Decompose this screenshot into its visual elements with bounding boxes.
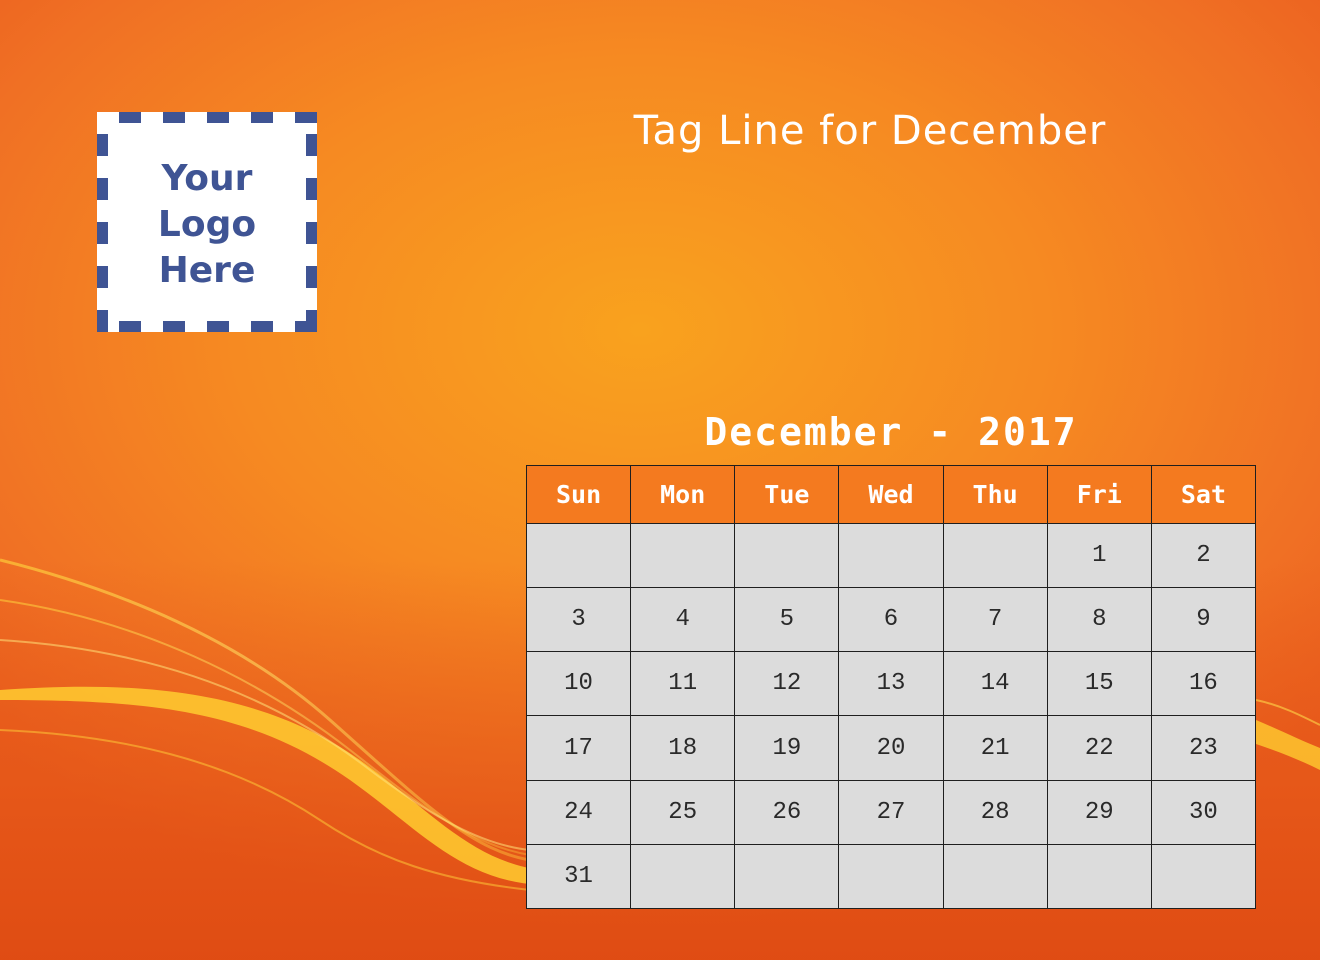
logo-frame-tile (119, 112, 141, 123)
logo-frame-tile (295, 112, 317, 123)
day-cell: 28 (942, 779, 1048, 845)
day-cell: 7 (942, 587, 1048, 653)
day-cell: 12 (734, 651, 840, 717)
empty-day-cell (630, 522, 736, 589)
logo-placeholder: Your Logo Here (97, 112, 317, 332)
calendar-week-row: 31 (525, 843, 1257, 910)
logo-frame-tile (97, 134, 108, 156)
logo-frame-tile (306, 134, 317, 156)
calendar-week-row: 17 18 19 20 21 22 23 (525, 715, 1257, 781)
logo-line: Here (158, 250, 256, 291)
day-cell: 9 (1150, 587, 1257, 653)
weekday-header-row: Sun Mon Tue Wed Thu Fri Sat (525, 465, 1257, 524)
weekday-header: Wed (838, 465, 944, 524)
logo-frame-tile (163, 112, 185, 123)
day-cell: 27 (838, 779, 944, 845)
day-cell: 29 (1046, 779, 1152, 845)
empty-day-cell (630, 843, 736, 910)
weekday-header: Mon (630, 465, 736, 524)
weekday-header: Sat (1150, 465, 1257, 524)
day-cell: 8 (1046, 587, 1152, 653)
day-cell: 4 (630, 587, 736, 653)
day-cell: 25 (630, 779, 736, 845)
day-cell: 24 (525, 779, 632, 845)
day-cell: 17 (525, 715, 632, 781)
day-cell: 30 (1150, 779, 1257, 845)
day-cell: 23 (1150, 715, 1257, 781)
empty-day-cell (838, 522, 944, 589)
empty-day-cell (942, 843, 1048, 910)
day-cell: 2 (1150, 522, 1257, 589)
empty-day-cell (734, 843, 840, 910)
empty-day-cell (525, 522, 632, 589)
calendar-body: 1 2 3 4 5 6 7 8 9 10 11 12 13 14 15 16 17 18 19 20 21 22 23 24 2… (525, 522, 1257, 910)
day-cell: 18 (630, 715, 736, 781)
calendar-grid: Sun Mon Tue Wed Thu Fri Sat 1 2 3 4 5 6 7 8 9 10 1… (525, 465, 1257, 910)
logo-frame-tile (163, 321, 185, 332)
day-cell: 22 (1046, 715, 1152, 781)
empty-day-cell (1046, 843, 1152, 910)
empty-day-cell (1150, 843, 1257, 910)
day-cell: 31 (525, 843, 632, 910)
weekday-header: Thu (942, 465, 1048, 524)
calendar-week-row: 10 11 12 13 14 15 16 (525, 651, 1257, 717)
day-cell: 11 (630, 651, 736, 717)
logo-frame-tile (251, 112, 273, 123)
day-cell: 5 (734, 587, 840, 653)
day-cell: 21 (942, 715, 1048, 781)
empty-day-cell (942, 522, 1048, 589)
day-cell: 13 (838, 651, 944, 717)
weekday-header: Fri (1046, 465, 1152, 524)
day-cell: 10 (525, 651, 632, 717)
calendar-title: December - 2017 (704, 410, 1078, 454)
day-cell: 15 (1046, 651, 1152, 717)
weekday-header: Sun (525, 465, 632, 524)
weekday-header: Tue (734, 465, 840, 524)
logo-frame-tile (306, 310, 317, 332)
day-cell: 3 (525, 587, 632, 653)
logo-frame-tile (207, 112, 229, 123)
calendar-week-row: 12 (525, 522, 1257, 589)
calendar-week-row: 3456789 (525, 587, 1257, 653)
logo-line: Logo (157, 204, 257, 245)
day-cell: 19 (734, 715, 840, 781)
empty-day-cell (838, 843, 944, 910)
day-cell: 6 (838, 587, 944, 653)
logo-frame-tile (119, 321, 141, 332)
day-cell: 1 (1046, 522, 1152, 589)
tagline: Tag Line for December (633, 108, 1107, 154)
day-cell: 16 (1150, 651, 1257, 717)
logo-line: Your (161, 158, 253, 199)
calendar-week-row: 24 25 26 27 28 29 30 (525, 779, 1257, 845)
logo-frame-tile (207, 321, 229, 332)
day-cell: 20 (838, 715, 944, 781)
logo-frame-tile (251, 321, 273, 332)
logo-text: Your Logo Here (97, 156, 317, 294)
logo-frame-tile (97, 310, 108, 332)
empty-day-cell (734, 522, 840, 589)
day-cell: 14 (942, 651, 1048, 717)
day-cell: 26 (734, 779, 840, 845)
